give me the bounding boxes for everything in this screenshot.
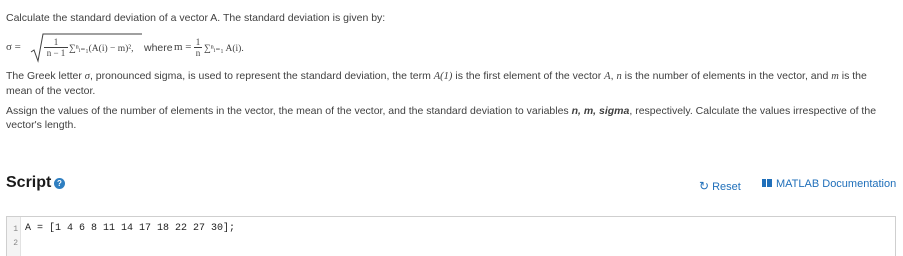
denominator-n-minus-1: n − 1 bbox=[46, 48, 66, 58]
sigma-equals: σ = bbox=[6, 41, 21, 53]
sum-expression-2: ∑ⁿᵢ₌₁ A(i). bbox=[204, 44, 244, 54]
script-heading: Script bbox=[6, 174, 52, 191]
documentation-label: MATLAB Documentation bbox=[776, 178, 897, 190]
reset-icon: ↻ bbox=[699, 179, 710, 193]
help-icon[interactable]: ? bbox=[54, 178, 65, 189]
reset-label: Reset bbox=[712, 181, 741, 193]
m-equals: m = bbox=[174, 41, 192, 53]
intro-text: Calculate the standard deviation of a ve… bbox=[6, 12, 386, 24]
code-line-1[interactable]: A = [1 4 6 8 11 14 17 18 22 27 30]; bbox=[25, 223, 235, 234]
variable-names: n, m, sigma bbox=[571, 105, 630, 117]
matlab-documentation-link[interactable]: MATLAB Documentation bbox=[762, 178, 896, 190]
desc-text: is the first element of the vector bbox=[452, 70, 605, 82]
assignment-paragraph: Assign the values of the number of eleme… bbox=[6, 104, 886, 132]
std-formula: σ = 1 n − 1 ∑ⁿᵢ₌₁(A(i) − m)², where m = … bbox=[6, 33, 406, 63]
description-paragraph: The Greek letter σ, pronounced sigma, is… bbox=[6, 69, 886, 98]
desc-text: , pronounced sigma, is used to represent… bbox=[89, 70, 434, 82]
book-icon bbox=[762, 179, 772, 187]
assign-text: Assign the values of the number of eleme… bbox=[6, 105, 572, 117]
sum-expression: ∑ⁿᵢ₌₁(A(i) − m)², bbox=[69, 44, 134, 54]
numerator-one-2: 1 bbox=[194, 37, 202, 48]
desc-var: m bbox=[831, 71, 839, 82]
desc-var: A(1) bbox=[433, 71, 453, 82]
code-editor[interactable]: 1 2 A = [1 4 6 8 11 14 17 18 22 27 30]; bbox=[6, 216, 896, 256]
line-number: 2 bbox=[13, 239, 18, 248]
numerator-one: 1 bbox=[44, 37, 68, 48]
desc-text: is the number of elements in the vector,… bbox=[621, 70, 832, 82]
line-number-gutter: 1 2 bbox=[7, 217, 21, 256]
denominator-n: n bbox=[195, 48, 201, 58]
line-number: 1 bbox=[13, 225, 18, 234]
fraction-one-over-n-minus-1: 1 n − 1 bbox=[44, 37, 68, 58]
fraction-one-over-n: 1 n bbox=[194, 37, 202, 58]
reset-button[interactable]: ↻ Reset bbox=[699, 179, 741, 193]
where-word: where bbox=[144, 42, 173, 54]
desc-text: The Greek letter bbox=[6, 70, 85, 82]
